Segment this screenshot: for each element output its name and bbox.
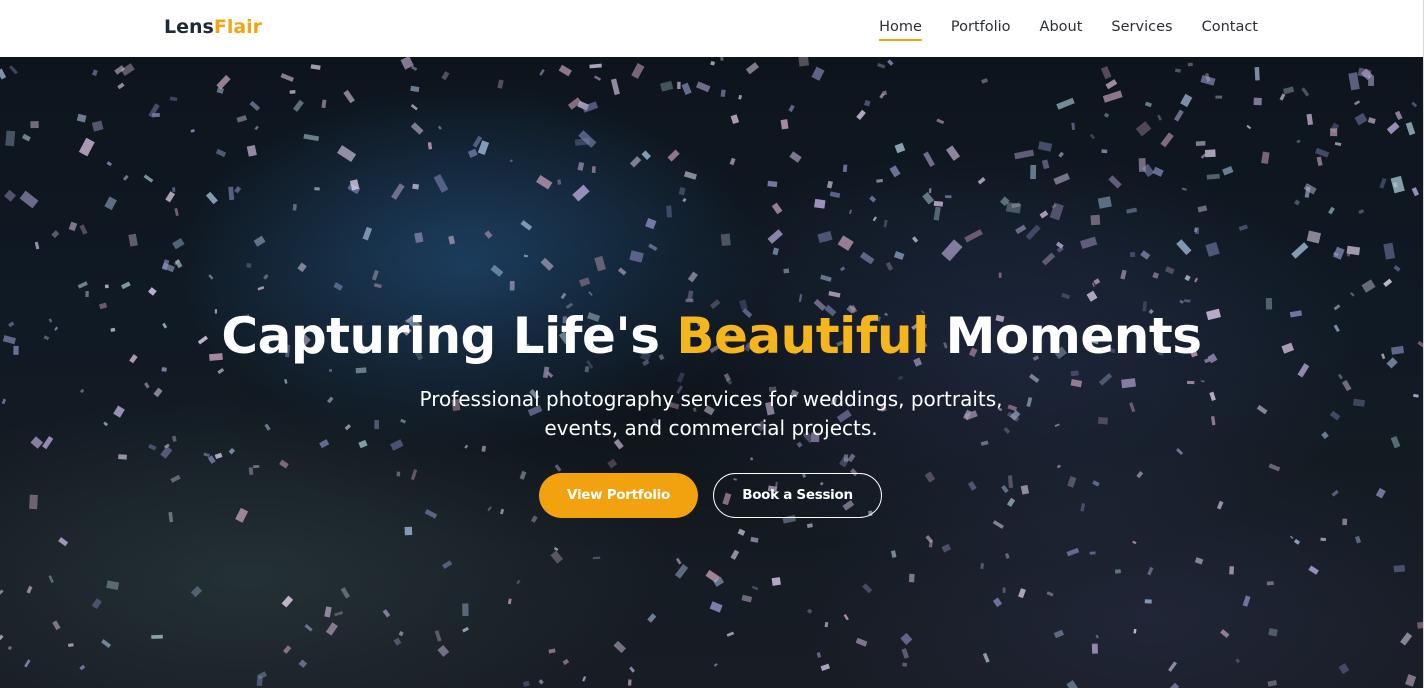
hero-overlay (0, 57, 1423, 688)
page: LensFlair Home Portfolio About Services … (0, 0, 1424, 688)
nav-contact-link[interactable]: Contact (1187, 17, 1258, 37)
view-portfolio-button[interactable]: View Portfolio (539, 473, 698, 518)
hero-title-end: Moments (928, 307, 1202, 365)
top-navbar: LensFlair Home Portfolio About Services … (0, 0, 1424, 57)
hero-section: Capturing Life's Beautiful Moments Profe… (0, 57, 1423, 688)
nav-about-link[interactable]: About (1025, 17, 1097, 37)
book-session-button[interactable]: Book a Session (713, 473, 882, 518)
logo-text-accent: Flair (213, 16, 263, 38)
hero-title-highlight: Beautiful (676, 307, 929, 365)
site-logo[interactable]: LensFlair (164, 15, 262, 39)
nav-home-link[interactable]: Home (865, 17, 937, 41)
hero-title-start: Capturing Life's (221, 307, 677, 365)
main-nav: Home Portfolio About Services Contact (865, 17, 1258, 41)
nav-portfolio-link[interactable]: Portfolio (936, 17, 1025, 37)
nav-services-link[interactable]: Services (1097, 17, 1187, 37)
hero-title: Capturing Life's Beautiful Moments (0, 303, 1423, 369)
hero-subtitle: Professional photography services for we… (419, 387, 1003, 440)
logo-text-primary: Lens (164, 16, 214, 38)
